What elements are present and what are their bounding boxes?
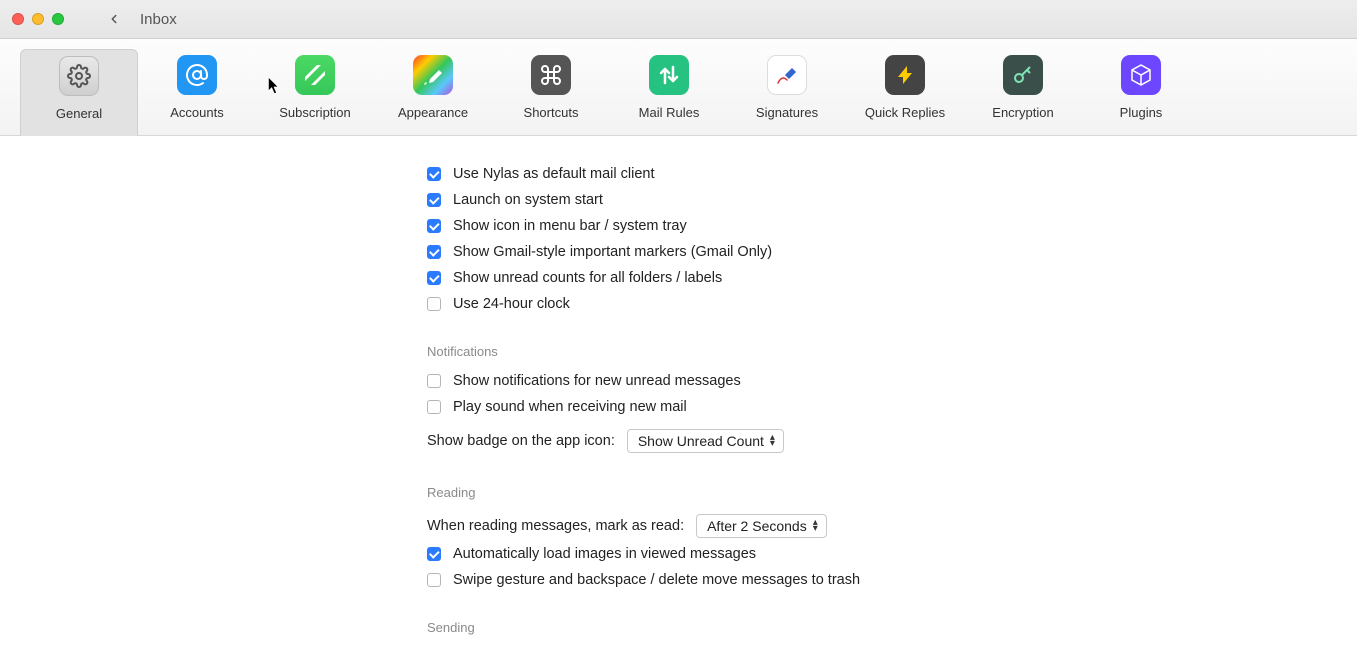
checkbox-label: Show notifications for new unread messag… (453, 373, 741, 389)
section-header-sending: Sending (427, 620, 987, 635)
tab-signatures[interactable]: Signatures (728, 49, 846, 136)
reply-bolt-icon (885, 55, 925, 95)
tab-label: Appearance (398, 105, 468, 120)
paintbrush-icon (413, 55, 453, 95)
preferences-content: Use Nylas as default mail client Launch … (0, 136, 1357, 671)
checkbox-default-mail-client[interactable] (427, 167, 441, 181)
tab-encryption[interactable]: Encryption (964, 49, 1082, 136)
checkbox-launch-on-start[interactable] (427, 193, 441, 207)
tab-plugins[interactable]: Plugins (1082, 49, 1200, 136)
checkbox-show-notifications[interactable] (427, 374, 441, 388)
select-value: Show Unread Count (638, 433, 764, 449)
stripes-icon (295, 55, 335, 95)
checkbox-label: Play sound when receiving new mail (453, 399, 687, 415)
window-titlebar: Inbox (0, 0, 1357, 39)
select-value: After 2 Seconds (707, 518, 807, 534)
badge-select-label: Show badge on the app icon: (427, 433, 615, 449)
section-header-notifications: Notifications (427, 344, 987, 359)
command-key-icon (531, 55, 571, 95)
tab-mail-rules[interactable]: Mail Rules (610, 49, 728, 136)
mark-read-select-label: When reading messages, mark as read: (427, 518, 684, 534)
preferences-tab-strip: General Accounts Subscription Appearance… (0, 39, 1357, 136)
tab-label: Subscription (279, 105, 351, 120)
checkbox-label: Automatically load images in viewed mess… (453, 546, 756, 562)
checkbox-play-sound[interactable] (427, 400, 441, 414)
badge-select[interactable]: Show Unread Count ▴▾ (627, 429, 784, 453)
tab-label: Mail Rules (639, 105, 700, 120)
checkbox-menu-bar-icon[interactable] (427, 219, 441, 233)
checkbox-label: Launch on system start (453, 192, 603, 208)
zoom-window-button[interactable] (52, 13, 64, 25)
tab-label: General (56, 106, 102, 121)
window-title: Inbox (140, 11, 177, 28)
tab-appearance[interactable]: Appearance (374, 49, 492, 136)
tab-label: Encryption (992, 105, 1053, 120)
tab-label: Signatures (756, 105, 818, 120)
minimize-window-button[interactable] (32, 13, 44, 25)
tab-label: Accounts (170, 105, 223, 120)
select-caret-icon: ▴▾ (770, 435, 775, 447)
tab-quick-replies[interactable]: Quick Replies (846, 49, 964, 136)
at-sign-icon (177, 55, 217, 95)
back-button[interactable] (100, 6, 128, 32)
section-header-reading: Reading (427, 485, 987, 500)
checkbox-label: Use Nylas as default mail client (453, 166, 654, 182)
tab-general[interactable]: General (20, 49, 138, 136)
mark-read-select[interactable]: After 2 Seconds ▴▾ (696, 514, 827, 538)
checkbox-label: Show Gmail-style important markers (Gmai… (453, 244, 772, 260)
checkbox-label: Show icon in menu bar / system tray (453, 218, 687, 234)
tab-subscription[interactable]: Subscription (256, 49, 374, 136)
checkbox-unread-counts[interactable] (427, 271, 441, 285)
key-icon (1003, 55, 1043, 95)
arrows-icon (649, 55, 689, 95)
chevron-left-icon (107, 12, 121, 26)
tab-label: Plugins (1120, 105, 1163, 120)
tab-label: Shortcuts (524, 105, 579, 120)
window-controls (12, 13, 64, 25)
cube-icon (1121, 55, 1161, 95)
checkbox-label: Show unread counts for all folders / lab… (453, 270, 722, 286)
tab-accounts[interactable]: Accounts (138, 49, 256, 136)
checkbox-swipe-to-trash[interactable] (427, 573, 441, 587)
tab-label: Quick Replies (865, 105, 945, 120)
tab-shortcuts[interactable]: Shortcuts (492, 49, 610, 136)
checkbox-gmail-important-markers[interactable] (427, 245, 441, 259)
pen-icon (767, 55, 807, 95)
checkbox-label: Swipe gesture and backspace / delete mov… (453, 572, 860, 588)
checkbox-24-hour-clock[interactable] (427, 297, 441, 311)
close-window-button[interactable] (12, 13, 24, 25)
select-caret-icon: ▴▾ (813, 520, 818, 532)
checkbox-auto-load-images[interactable] (427, 547, 441, 561)
gear-icon (59, 56, 99, 96)
checkbox-label: Use 24-hour clock (453, 296, 570, 312)
